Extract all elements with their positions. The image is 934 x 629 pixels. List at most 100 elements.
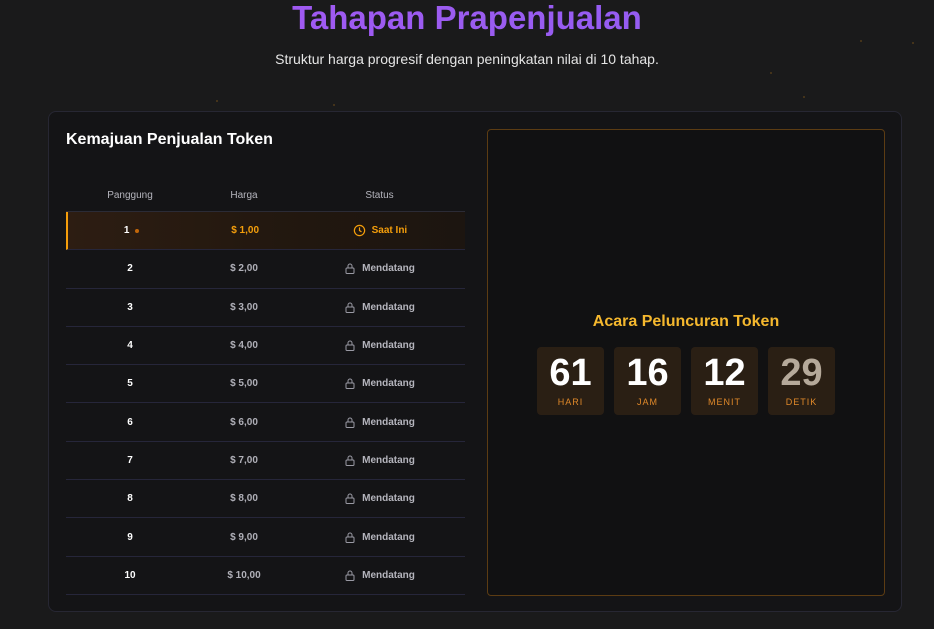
stages-table: Panggung Harga Status 1 $ 1,00 Saat Ini 2 $ … (66, 180, 465, 595)
stage-number-text: 10 (124, 569, 136, 581)
stage-number: 1 (68, 225, 195, 236)
stage-number: 9 (66, 532, 194, 543)
table-row: 5 $ 5,00 Mendatang (66, 365, 465, 404)
status-label: Mendatang (362, 416, 415, 428)
lock-icon (344, 492, 356, 505)
stage-number-text: 7 (127, 454, 133, 466)
stage-status: Mendatang (294, 569, 465, 582)
stage-number: 10 (66, 570, 194, 581)
table-row: 10 $ 10,00 Mendatang (66, 557, 465, 595)
background-dot (333, 104, 335, 106)
stage-number: 8 (66, 493, 194, 504)
countdown-minutes-box: 12 MENIT (691, 347, 758, 415)
stage-price: $ 3,00 (230, 301, 258, 313)
stage-price: $ 5,00 (230, 378, 258, 390)
column-header-status: Status (365, 190, 394, 201)
stage-price: $ 8,00 (230, 493, 258, 505)
token-progress-title: Kemajuan Penjualan Token (66, 131, 273, 148)
stage-status: Mendatang (294, 416, 465, 429)
stage-number-text: 1 (123, 225, 130, 237)
stage-price: $ 2,00 (230, 263, 258, 275)
column-header-stage: Panggung (107, 190, 153, 201)
countdown-seconds-box: 29 DETIK (768, 347, 835, 415)
status-label: Mendatang (362, 378, 415, 390)
launch-event-card: Acara Peluncuran Token 61 HARI 16 JAM 12 MENI… (487, 129, 885, 596)
lock-icon (344, 569, 356, 582)
stage-price: $ 7,00 (230, 454, 258, 466)
countdown-minutes-label: MENIT (708, 397, 741, 407)
lock-icon (344, 339, 356, 352)
clock-icon (353, 224, 366, 237)
stage-price: $ 6,00 (230, 416, 258, 428)
status-label: Mendatang (362, 301, 415, 313)
countdown-hours-label: JAM (637, 397, 658, 407)
background-dot (216, 100, 218, 102)
table-body: 1 $ 1,00 Saat Ini 2 $ 2,00 Mendatang 3 $ 3,00 Me… (66, 212, 465, 595)
current-stage-dot (135, 228, 140, 233)
countdown-hours-value: 16 (626, 352, 669, 394)
stage-number-text: 5 (127, 378, 133, 390)
lock-icon (344, 301, 356, 314)
stage-number: 7 (66, 455, 194, 466)
stage-status: Mendatang (294, 492, 465, 505)
table-header: Panggung Harga Status (66, 180, 465, 212)
stage-number-text: 6 (127, 416, 133, 428)
stage-number: 5 (66, 378, 194, 389)
countdown-hours-box: 16 JAM (614, 347, 681, 415)
lock-icon (344, 416, 356, 429)
launch-event-title: Acara Peluncuran Token (592, 313, 780, 330)
lock-icon (344, 454, 356, 467)
stage-number: 3 (66, 302, 194, 313)
table-row: 9 $ 9,00 Mendatang (66, 518, 465, 557)
status-label: Mendatang (362, 493, 415, 505)
stage-number-text: 3 (127, 301, 133, 313)
countdown-seconds-value: 29 (780, 352, 823, 394)
stage-status: Mendatang (294, 454, 465, 467)
stage-price: $ 4,00 (230, 340, 258, 352)
table-row: 1 $ 1,00 Saat Ini (66, 212, 465, 251)
countdown-timer: 61 HARI 16 JAM 12 MENIT 29 DETIK (537, 347, 835, 415)
stage-number-text: 9 (127, 531, 133, 543)
table-row: 7 $ 7,00 Mendatang (66, 442, 465, 481)
status-label: Mendatang (362, 569, 415, 581)
table-row: 4 $ 4,00 Mendatang (66, 327, 465, 366)
stage-status: Mendatang (294, 301, 465, 314)
stage-number: 2 (66, 263, 194, 274)
stage-price: $ 10,00 (227, 569, 261, 581)
countdown-days-value: 61 (549, 352, 592, 394)
stage-status: Mendatang (294, 339, 465, 352)
status-label: Mendatang (362, 531, 415, 543)
stage-status: Saat Ini (295, 224, 465, 237)
status-label: Mendatang (362, 340, 415, 352)
countdown-days-label: HARI (557, 397, 584, 407)
status-label: Mendatang (362, 263, 415, 275)
background-dot (912, 42, 914, 44)
page-subtitle: Struktur harga progresif dengan peningka… (275, 51, 659, 67)
stage-number-text: 4 (127, 340, 133, 352)
background-dot (803, 96, 805, 98)
stage-number: 4 (66, 340, 194, 351)
background-dot (860, 40, 862, 42)
stage-status: Mendatang (294, 377, 465, 390)
table-row: 3 $ 3,00 Mendatang (66, 289, 465, 327)
table-row: 8 $ 8,00 Mendatang (66, 480, 465, 519)
stage-number-text: 2 (127, 263, 133, 275)
background-dot (770, 72, 772, 74)
countdown-seconds-label: DETIK (785, 397, 818, 407)
countdown-minutes-value: 12 (703, 352, 746, 394)
table-row: 6 $ 6,00 Mendatang (66, 403, 465, 442)
lock-icon (344, 262, 356, 275)
stage-price: $ 9,00 (230, 531, 258, 543)
column-header-price: Harga (230, 190, 258, 201)
lock-icon (344, 377, 356, 390)
stage-status: Mendatang (294, 531, 465, 544)
stage-status: Mendatang (294, 262, 465, 275)
status-label: Mendatang (362, 454, 415, 466)
stage-number-text: 8 (127, 493, 133, 505)
page-title: Tahapan Prapenjualan (0, 0, 934, 36)
status-label: Saat Ini (371, 225, 408, 237)
stage-price: $ 1,00 (231, 225, 260, 237)
presale-panel: Kemajuan Penjualan Token Panggung Harga … (48, 111, 902, 612)
stage-number: 6 (66, 417, 194, 428)
table-row: 2 $ 2,00 Mendatang (66, 250, 465, 289)
